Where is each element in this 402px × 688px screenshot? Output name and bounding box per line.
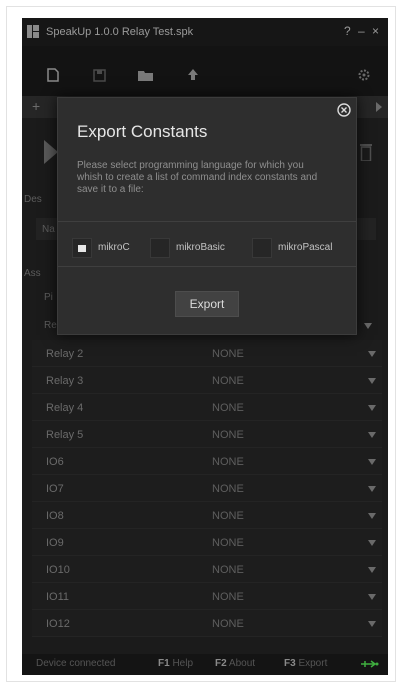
row-label: Relay 2 [46,348,84,360]
table-row[interactable]: IO9 NONE [32,529,382,556]
help-key: F1 [158,658,170,669]
close-window-button[interactable]: × [372,24,379,38]
mikrobasic-checkbox[interactable] [150,238,170,258]
chevron-down-icon[interactable] [368,351,376,357]
row-value-dropdown[interactable]: NONE [212,375,244,387]
row-value-dropdown[interactable]: NONE [212,348,244,360]
chevron-down-icon[interactable] [368,378,376,384]
table-header: Pi [44,292,53,303]
chevron-down-icon[interactable] [368,567,376,573]
mikropascal-checkbox[interactable] [252,238,272,258]
chevron-down-icon[interactable] [368,459,376,465]
chevron-down-icon[interactable] [368,594,376,600]
row-label: Relay 5 [46,429,84,441]
row-value-dropdown[interactable]: NONE [212,429,244,441]
upload-icon [188,69,198,80]
table-row[interactable]: IO12 NONE [32,610,382,637]
table-row[interactable]: IO10 NONE [32,556,382,583]
row-value-dropdown[interactable]: NONE [212,537,244,549]
row-value-dropdown[interactable]: NONE [212,510,244,522]
table-row[interactable]: IO8 NONE [32,502,382,529]
row-value-dropdown[interactable]: NONE [212,402,244,414]
row-label: Relay 4 [46,402,84,414]
title-bar: SpeakUp 1.0.0 Relay Test.spk ? – × [22,18,388,46]
export-shortcut[interactable]: F3 Export [284,658,327,669]
table-row[interactable]: Relay 4 NONE [32,394,382,421]
dialog-title: Export Constants [77,122,208,141]
row-label: Relay 3 [46,375,84,387]
upload-button[interactable] [180,62,206,88]
export-constants-dialog: Export Constants Please select programmi… [57,97,357,335]
folder-icon [138,70,153,81]
status-bar: Device connected F1 Help F2 About F3 Exp… [22,654,388,675]
add-tab-button[interactable]: + [32,98,40,114]
row-label: IO9 [46,537,64,549]
connection-status: Device connected [36,658,116,669]
chevron-down-icon[interactable] [368,486,376,492]
save-icon [92,68,106,82]
dialog-divider-bottom [58,266,356,267]
open-folder-button[interactable] [133,62,159,88]
gear-icon [358,69,370,81]
assignment-label: Ass [24,268,41,279]
window-title: SpeakUp 1.0.0 Relay Test.spk [46,26,194,38]
help-shortcut[interactable]: F1 Help [158,658,193,669]
description-label: Des [24,194,42,205]
play-icon[interactable] [44,140,58,164]
mikrobasic-label: mikroBasic [176,242,225,253]
row-value-dropdown[interactable]: NONE [212,591,244,603]
mikroc-label: mikroC [98,242,130,253]
usb-connected-icon [361,660,379,668]
dialog-divider [58,221,356,222]
close-dialog-icon[interactable] [337,103,351,117]
table-row[interactable]: IO11 NONE [32,583,382,610]
row-label: IO7 [46,483,64,495]
relay-1-label: Re [44,320,57,331]
export-button[interactable]: Export [175,291,239,317]
export-shortcut-label: Export [298,658,328,669]
row-value-dropdown[interactable]: NONE [212,483,244,495]
settings-button[interactable] [351,62,377,88]
save-button[interactable] [86,62,112,88]
speakup-app-window: SpeakUp 1.0.0 Relay Test.spk ? – × + Des… [22,18,388,675]
trash-icon[interactable] [360,143,372,161]
about-key: F2 [215,658,227,669]
row-label: IO6 [46,456,64,468]
assignment-table: Relay 2 NONE Relay 3 NONE Relay 4 NONE Relay 5… [32,340,382,637]
mikroc-checkbox[interactable] [72,238,92,258]
name-field-text: Na [42,224,55,235]
export-key: F3 [284,658,296,669]
row-value-dropdown[interactable]: NONE [212,456,244,468]
minimize-button[interactable]: – [358,24,365,38]
row-value-dropdown[interactable]: NONE [212,618,244,630]
table-row[interactable]: IO7 NONE [32,475,382,502]
chevron-down-icon[interactable] [368,540,376,546]
about-shortcut[interactable]: F2 About [215,658,255,669]
help-shortcut-label: Help [172,658,194,669]
row-label: IO8 [46,510,64,522]
app-logo-icon [27,25,39,38]
help-button[interactable]: ? [344,24,351,38]
chevron-down-icon[interactable] [368,621,376,627]
table-row[interactable]: Relay 3 NONE [32,367,382,394]
new-file-icon [47,68,59,82]
table-row[interactable]: Relay 5 NONE [32,421,382,448]
dialog-description: Please select programming language for w… [77,160,318,195]
new-file-button[interactable] [40,62,66,88]
tab-scroll-right-icon[interactable] [374,99,384,115]
chevron-down-icon[interactable] [368,432,376,438]
table-row[interactable]: IO6 NONE [32,448,382,475]
chevron-down-icon[interactable] [368,513,376,519]
row-value-dropdown[interactable]: NONE [212,564,244,576]
about-shortcut-label: About [228,658,256,669]
mikropascal-label: mikroPascal [278,242,333,253]
relay-1-caret-icon[interactable] [364,323,372,329]
row-label: IO12 [46,618,70,630]
row-label: IO10 [46,564,70,576]
table-row[interactable]: Relay 2 NONE [32,340,382,367]
row-label: IO11 [46,591,70,603]
chevron-down-icon[interactable] [368,405,376,411]
